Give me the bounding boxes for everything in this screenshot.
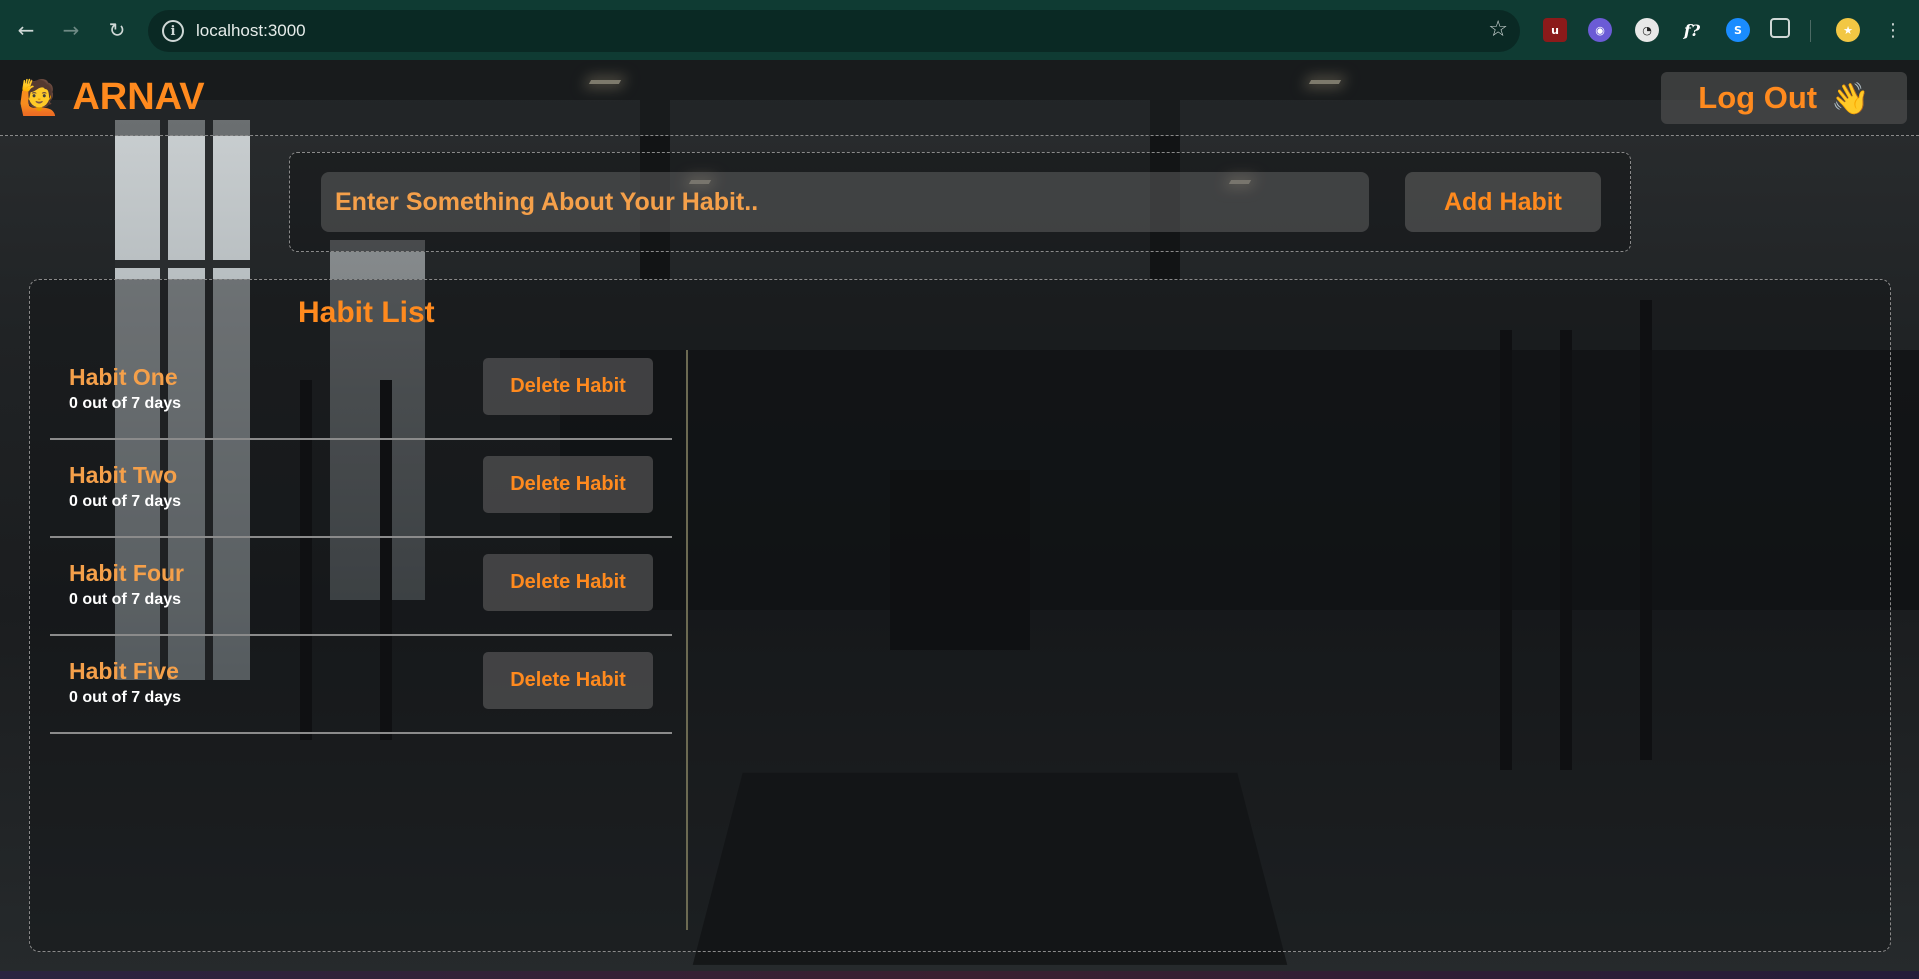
habit-progress: 0 out of 7 days [69, 493, 182, 510]
app-header: 🙋 ARNAV Log Out 👋 [0, 60, 1919, 136]
delete-habit-button[interactable]: Delete Habit [483, 358, 653, 415]
habit-progress: 0 out of 7 days [69, 591, 182, 608]
browser-toolbar: ← → ↻ i localhost:3000 ☆ u ◉ ◔ f? S ★ ⋮ [0, 0, 1919, 60]
profile-avatar[interactable]: ★ [1836, 18, 1860, 42]
puzzle-icon[interactable] [1770, 18, 1790, 38]
forward-icon[interactable]: → [55, 14, 87, 46]
bottom-strip [0, 971, 1919, 979]
shazam-icon[interactable]: S [1726, 18, 1750, 42]
bookmark-star-icon[interactable]: ☆ [1488, 17, 1508, 42]
habit-name: Habit Five [69, 658, 179, 684]
toolbar-divider [1810, 20, 1811, 42]
logout-button[interactable]: Log Out 👋 [1661, 72, 1907, 124]
habit-row: Habit Four 0 out of 7 days Delete Habit [50, 546, 672, 636]
delete-habit-button[interactable]: Delete Habit [483, 652, 653, 709]
extension-purple-icon[interactable]: ◉ [1588, 18, 1612, 42]
list-divider [686, 350, 688, 930]
waving-hand-icon: 👋 [1831, 80, 1870, 116]
address-bar[interactable]: i localhost:3000 ☆ [148, 10, 1520, 52]
username: ARNAV [72, 76, 205, 118]
brand: 🙋 ARNAV [18, 76, 205, 119]
habit-row: Habit Five 0 out of 7 days Delete Habit [50, 644, 672, 734]
url-text[interactable]: localhost:3000 [196, 21, 306, 41]
delete-habit-button[interactable]: Delete Habit [483, 456, 653, 513]
habit-progress: 0 out of 7 days [69, 689, 182, 706]
habit-input[interactable] [321, 172, 1369, 232]
fonts-ninja-icon[interactable]: f? [1680, 18, 1704, 42]
site-info-icon[interactable]: i [162, 20, 184, 42]
habit-row: Habit Two 0 out of 7 days Delete Habit [50, 448, 672, 538]
delete-habit-button[interactable]: Delete Habit [483, 554, 653, 611]
add-habit-form: Add Habit [289, 152, 1631, 252]
habit-name: Habit One [69, 364, 178, 390]
ublock-icon[interactable]: u [1543, 18, 1567, 42]
habit-row: Habit One 0 out of 7 days Delete Habit [50, 350, 672, 440]
habit-name: Habit Two [69, 462, 178, 488]
habit-list-title: Habit List [298, 296, 435, 329]
menu-icon[interactable]: ⋮ [1877, 14, 1909, 46]
reload-icon[interactable]: ↻ [101, 14, 133, 46]
habit-name: Habit Four [69, 560, 184, 586]
habit-list-panel: Habit List Habit One 0 out of 7 days Del… [29, 279, 1891, 952]
add-habit-button[interactable]: Add Habit [1405, 172, 1601, 232]
habit-progress: 0 out of 7 days [69, 395, 182, 412]
back-icon[interactable]: ← [10, 14, 42, 46]
person-raising-hand-icon: 🙋 [18, 77, 61, 118]
extension-clock-icon[interactable]: ◔ [1635, 18, 1659, 42]
logout-label: Log Out [1698, 80, 1818, 115]
